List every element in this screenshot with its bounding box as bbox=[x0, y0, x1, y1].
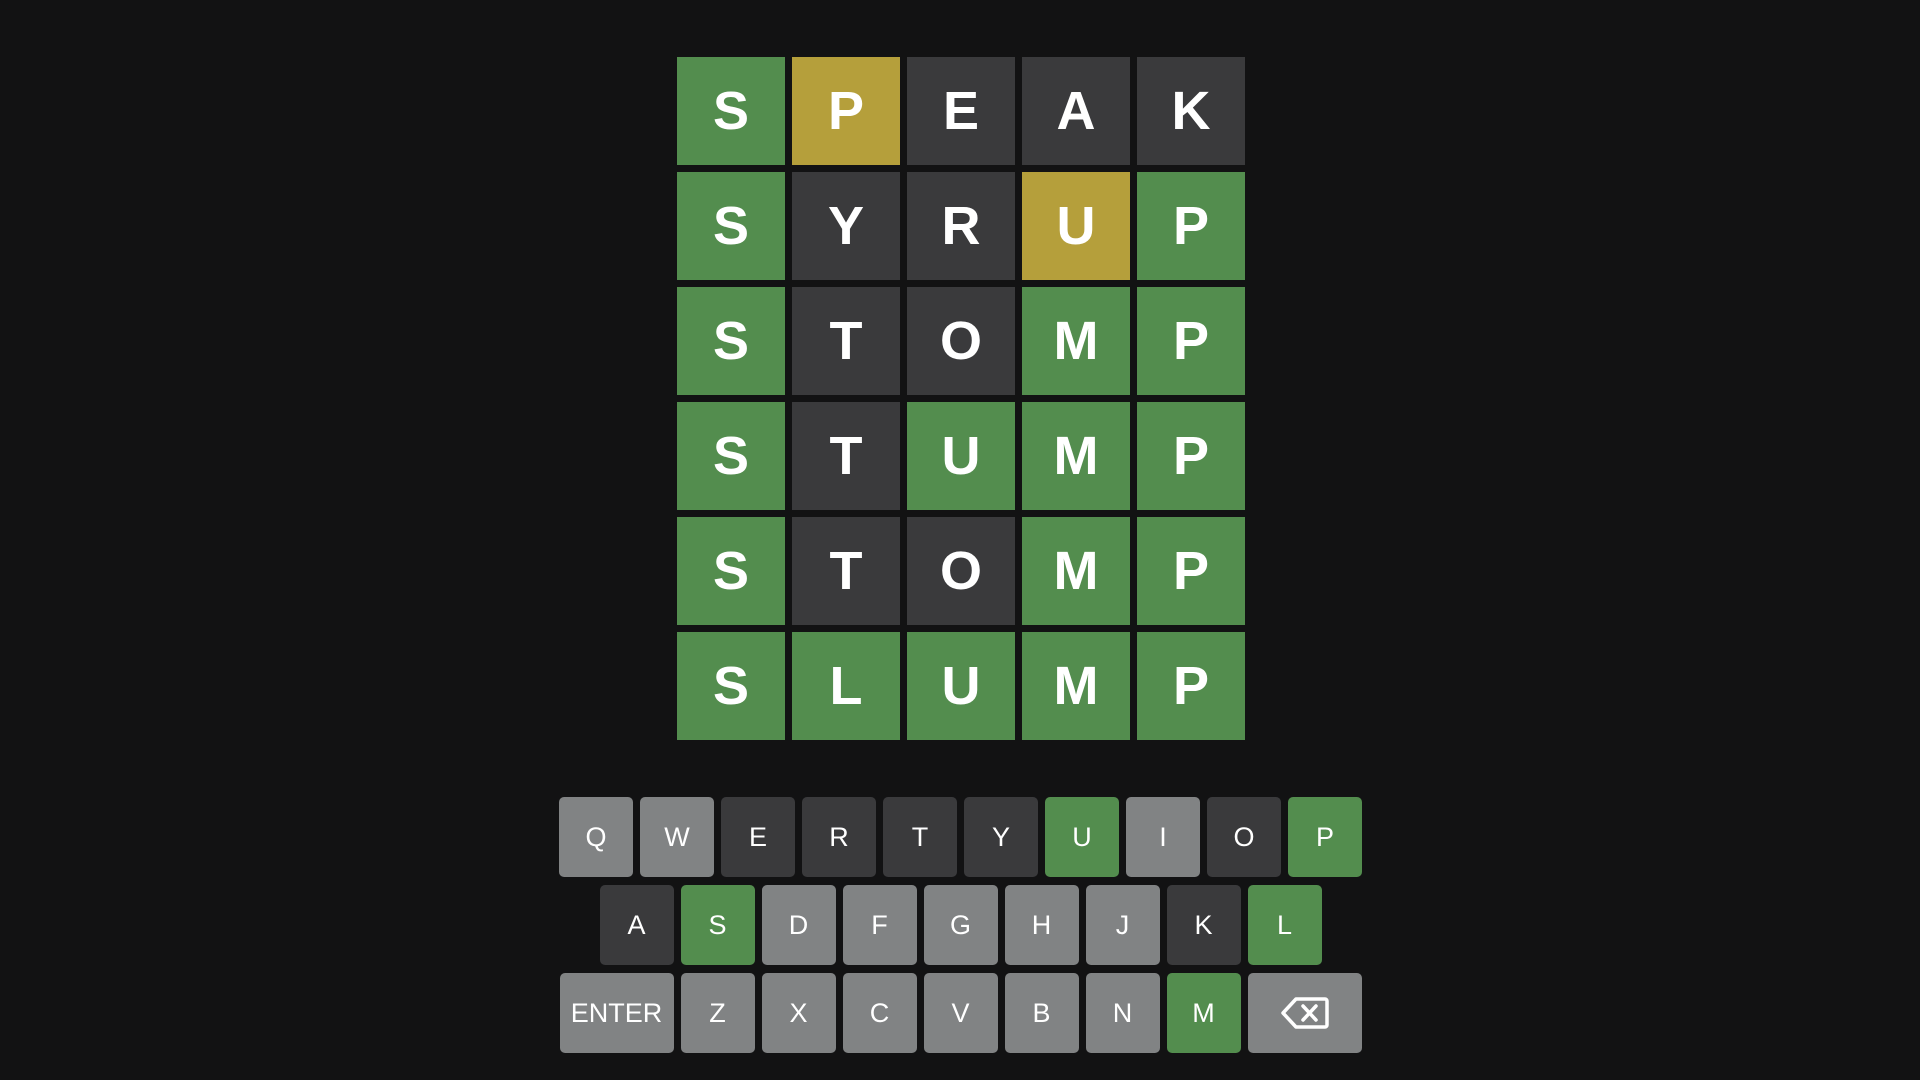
board-tile: K bbox=[1137, 57, 1245, 165]
key-g[interactable]: G bbox=[923, 885, 998, 965]
board-tile: U bbox=[907, 402, 1015, 510]
key-d[interactable]: D bbox=[761, 885, 836, 965]
board-tile: S bbox=[677, 402, 785, 510]
board-tile: P bbox=[1137, 402, 1245, 510]
key-v[interactable]: V bbox=[923, 973, 998, 1053]
board-tile: P bbox=[792, 57, 900, 165]
board-tile: U bbox=[907, 632, 1015, 740]
key-e[interactable]: E bbox=[721, 797, 795, 877]
board-tile: Y bbox=[792, 172, 900, 280]
key-c[interactable]: C bbox=[842, 973, 917, 1053]
key-j[interactable]: J bbox=[1085, 885, 1160, 965]
key-q[interactable]: Q bbox=[559, 797, 633, 877]
key-f[interactable]: F bbox=[842, 885, 917, 965]
board-tile: M bbox=[1022, 402, 1130, 510]
key-x[interactable]: X bbox=[761, 973, 836, 1053]
key-i[interactable]: I bbox=[1126, 797, 1200, 877]
key-b[interactable]: B bbox=[1004, 973, 1079, 1053]
board-tile: T bbox=[792, 517, 900, 625]
enter-key[interactable]: ENTER bbox=[559, 973, 674, 1053]
key-u[interactable]: U bbox=[1045, 797, 1119, 877]
on-screen-keyboard: Q W E R T Y U I O P A S D F G H J K L ENTER Z X C V B N M bbox=[559, 797, 1362, 1061]
board-tile: U bbox=[1022, 172, 1130, 280]
key-t[interactable]: T bbox=[883, 797, 957, 877]
board-tile: O bbox=[907, 517, 1015, 625]
board-tile: M bbox=[1022, 287, 1130, 395]
key-k[interactable]: K bbox=[1166, 885, 1241, 965]
board-tile: S bbox=[677, 57, 785, 165]
keyboard-row: ASDFGHJKL bbox=[559, 885, 1362, 965]
board-tile: P bbox=[1137, 632, 1245, 740]
key-n[interactable]: N bbox=[1085, 973, 1160, 1053]
board-tile: S bbox=[677, 287, 785, 395]
board-tile: P bbox=[1137, 172, 1245, 280]
backspace-icon bbox=[1280, 997, 1329, 1029]
backspace-key[interactable] bbox=[1247, 973, 1362, 1053]
key-z[interactable]: Z bbox=[680, 973, 755, 1053]
key-w[interactable]: W bbox=[640, 797, 714, 877]
board-tile: T bbox=[792, 402, 900, 510]
key-y[interactable]: Y bbox=[964, 797, 1038, 877]
board-tile: A bbox=[1022, 57, 1130, 165]
key-r[interactable]: R bbox=[802, 797, 876, 877]
key-a[interactable]: A bbox=[599, 885, 674, 965]
key-l[interactable]: L bbox=[1247, 885, 1322, 965]
keyboard-row: QWERTYUIOP bbox=[559, 797, 1362, 877]
key-p[interactable]: P bbox=[1288, 797, 1362, 877]
board-tile: R bbox=[907, 172, 1015, 280]
board-tile: S bbox=[677, 517, 785, 625]
board-tile: O bbox=[907, 287, 1015, 395]
board-tile: P bbox=[1137, 287, 1245, 395]
key-m[interactable]: M bbox=[1166, 973, 1241, 1053]
keyboard-row: ENTER Z X C V B N M bbox=[559, 973, 1362, 1053]
board-tile: T bbox=[792, 287, 900, 395]
key-o[interactable]: O bbox=[1207, 797, 1281, 877]
board-tile: S bbox=[677, 172, 785, 280]
board-tile: M bbox=[1022, 517, 1130, 625]
board-tile: L bbox=[792, 632, 900, 740]
board-tile: P bbox=[1137, 517, 1245, 625]
board-tile: M bbox=[1022, 632, 1130, 740]
board-tile: E bbox=[907, 57, 1015, 165]
key-h[interactable]: H bbox=[1004, 885, 1079, 965]
game-board: SPEAKSYRUPSTOMPSTUMPSTOMPSLUMP bbox=[677, 57, 1245, 740]
board-tile: S bbox=[677, 632, 785, 740]
key-s[interactable]: S bbox=[680, 885, 755, 965]
